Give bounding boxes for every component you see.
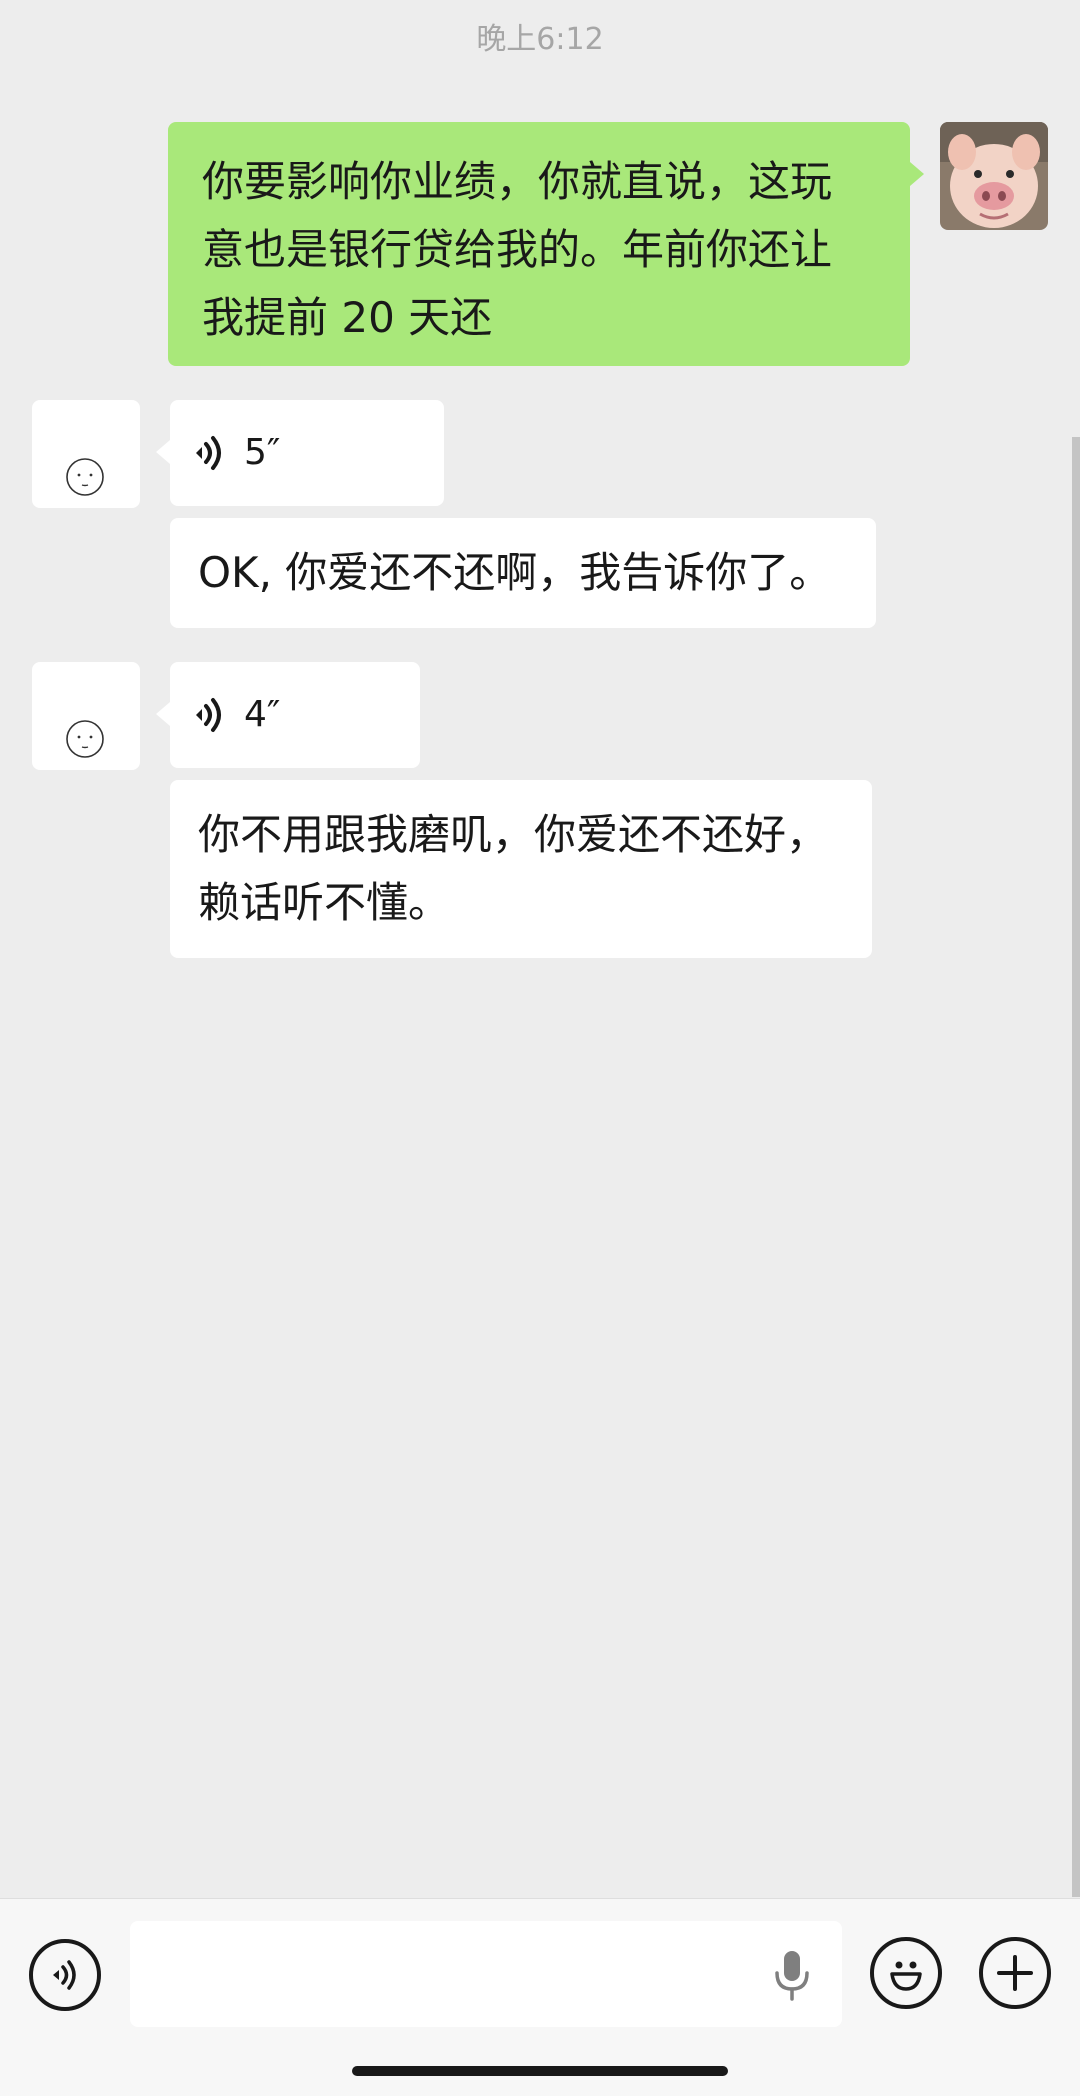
my-bubble-tail (910, 162, 924, 186)
voice-bubble-tail (156, 702, 170, 726)
contact-avatar[interactable] (32, 400, 140, 508)
chat-scrollbar[interactable] (1072, 437, 1080, 1897)
voice-transcript-bubble[interactable]: OK, 你爱还不还啊，我告诉你了。 (170, 518, 876, 628)
emoji-button[interactable] (870, 1937, 942, 2009)
voice-duration: 4″ (244, 694, 281, 735)
voice-duration: 5″ (244, 432, 281, 473)
home-indicator[interactable] (352, 2066, 728, 2076)
more-functions-button[interactable] (979, 1937, 1051, 2009)
message-line: 我提前 20 天还 (202, 293, 493, 342)
voice-message-bubble[interactable]: 4″ (170, 662, 420, 768)
face-avatar-icon (66, 720, 104, 758)
microphone-icon[interactable] (772, 1949, 812, 2001)
transcript-text: OK, 你爱还不还啊，我告诉你了。 (198, 548, 832, 597)
voice-mode-button[interactable] (29, 1939, 101, 2011)
my-avatar[interactable] (940, 122, 1048, 230)
transcript-line: 赖话听不懂。 (198, 878, 451, 927)
voice-transcript-bubble[interactable]: 你不用跟我磨叽，你爱还不还好， 赖话听不懂。 (170, 780, 872, 958)
voice-bubble-tail (156, 440, 170, 464)
transcript-line: 你不用跟我磨叽，你爱还不还好， (198, 810, 829, 859)
voice-wave-icon (196, 436, 221, 470)
message-line: 你要影响你业绩，你就直说，这玩 (202, 157, 833, 206)
emoji-icon (890, 1961, 922, 1991)
contact-avatar[interactable] (32, 662, 140, 770)
plus-icon (997, 1955, 1033, 1991)
voice-mode-icon (53, 1960, 76, 1990)
message-line: 意也是银行贷给我的。年前你还让 (202, 225, 833, 274)
my-message-bubble[interactable]: 你要影响你业绩，你就直说，这玩 意也是银行贷给我的。年前你还让 我提前 20 天… (168, 122, 910, 366)
face-avatar-icon (66, 458, 104, 496)
pig-avatar-image (940, 122, 1048, 230)
voice-message-bubble[interactable]: 5″ (170, 400, 444, 506)
voice-wave-icon (196, 698, 221, 732)
message-input[interactable] (130, 1921, 842, 2027)
message-timestamp: 晚上6:12 (476, 22, 604, 57)
